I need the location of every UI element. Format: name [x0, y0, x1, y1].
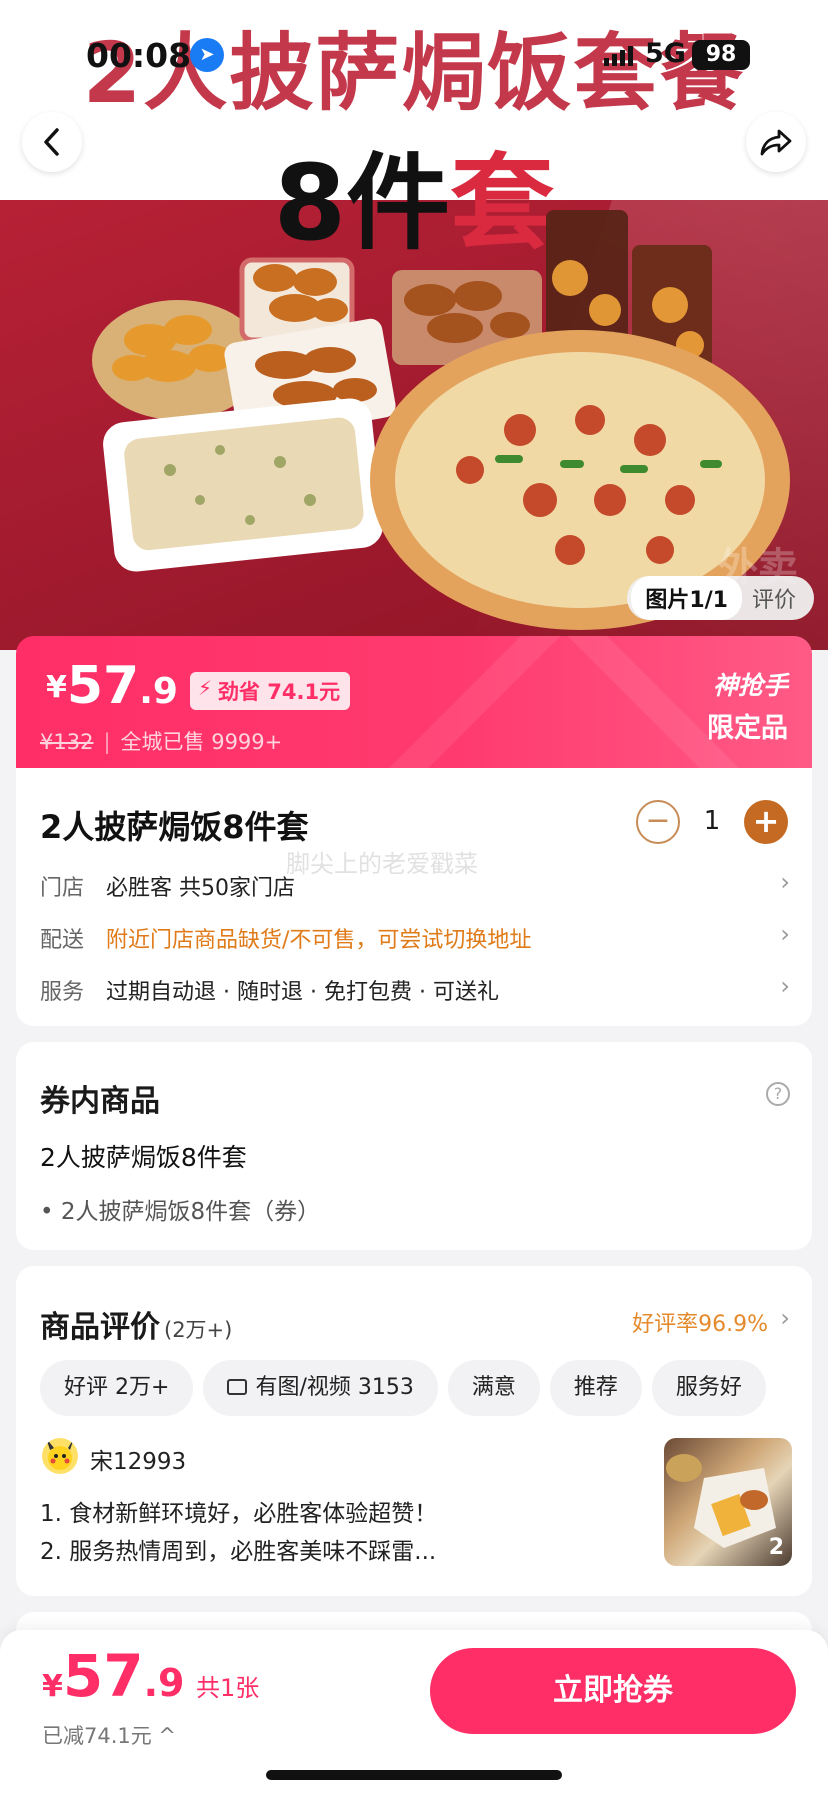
current-price: ¥57.9 [46, 656, 178, 716]
service-value: 过期自动退 · 随时退 · 免打包费 · 可送礼 [106, 980, 499, 1005]
home-indicator [266, 1770, 562, 1780]
review-text-line1: 1. 食材新鲜环境好，必胜客体验超赞！ [40, 1501, 438, 1527]
hot-tag: 神抢手 [712, 671, 788, 700]
service-label: 服务 [40, 980, 85, 1005]
network-type: 5G [645, 38, 686, 69]
chip-with-media-label: 有图/视频 3153 [255, 1375, 414, 1400]
share-button[interactable] [746, 112, 806, 172]
buy-coupon-button[interactable]: 立即抢券 [430, 1648, 796, 1734]
chevron-right-icon: › [780, 920, 790, 948]
coupon-item-name: 2人披萨焗饭8件套 [40, 1143, 247, 1172]
bolt-icon: ⚡ [198, 676, 213, 700]
photo-count-badge: 2 [768, 1535, 784, 1560]
delivery-value: 附近门店商品缺货/不可售，可尝试切换地址 [106, 928, 532, 953]
status-time: 00:08 [86, 36, 192, 75]
bottom-purchase-bar: ¥57.9 共1张 已减74.1元 ^ 立即抢券 [0, 1630, 828, 1795]
image-icon [227, 1379, 248, 1395]
review-photo-thumbnail[interactable]: 2 [664, 1438, 792, 1566]
chip-satisfied[interactable]: 满意 [447, 1360, 540, 1416]
product-info-card: 2人披萨焗饭8件套 − 1 + 脚尖上的老爱戳菜 门店 必胜客 共50家门店 ›… [16, 768, 812, 1026]
lemon-slice [589, 294, 621, 326]
battery-icon: 98 [692, 40, 750, 70]
image-counter[interactable]: 图片1/1 评价 [627, 576, 814, 620]
quantity-increase-button[interactable]: + [744, 800, 788, 844]
reviews-title-text: 商品评价 [40, 1310, 160, 1345]
bottom-price-currency: ¥ [42, 1669, 63, 1704]
product-title: 2人披萨焗饭8件套 [40, 808, 309, 846]
coupon-section-title: 券内商品 [40, 1084, 160, 1119]
coupon-item-detail: • 2人披萨焗饭8件套（券） [40, 1199, 321, 1225]
review-filter-chips: 好评 2万+ 有图/视频 3153 满意 推荐 服务好 [40, 1360, 766, 1416]
coupon-contents-card: 券内商品 ? 2人披萨焗饭8件套 • 2人披萨焗饭8件套（券） [16, 1042, 812, 1250]
signal-icon [604, 46, 636, 66]
chevron-left-icon [44, 128, 59, 156]
quantity-value: 1 [703, 806, 721, 836]
reviewer-name: 宋12993 [90, 1449, 187, 1475]
quantity-decrease-button[interactable]: − [636, 800, 680, 844]
price-meta: ¥132 | 全城已售 9999+ [40, 726, 282, 756]
savings-label: 劲省 74.1元 [218, 680, 341, 704]
positive-rate-link[interactable]: 好评率96.9% [632, 1306, 768, 1338]
coupon-count: 共1张 [196, 1674, 260, 1702]
bottom-price-decimal: .9 [143, 1661, 185, 1705]
chip-positive[interactable]: 好评 2万+ [40, 1360, 194, 1416]
review-text-line2: 2. 服务热情周到，必胜客美味不踩雷... [40, 1539, 437, 1565]
limited-tag: 限定品 [707, 713, 788, 744]
reviews-card: 商品评价 (2万+) 好评率96.9% › 好评 2万+ 有图/视频 3153 满… [16, 1266, 812, 1596]
lemon-slice [652, 287, 688, 323]
bottom-price-integer: 57 [62, 1642, 144, 1710]
reduced-amount-toggle[interactable]: 已减74.1元 ^ [42, 1720, 176, 1750]
delivery-row[interactable]: 配送 附近门店商品缺货/不可售，可尝试切换地址 › [40, 916, 790, 956]
price-decimal: .9 [139, 671, 178, 712]
service-row[interactable]: 服务 过期自动退 · 随时退 · 免打包费 · 可送礼 › [40, 968, 790, 1008]
store-row[interactable]: 门店 必胜客 共50家门店 › [40, 864, 790, 904]
avatar [42, 1438, 78, 1474]
product-image-carousel[interactable]: 2人披萨焗饭套餐 8件套 外卖 图片1/1 评价 [0, 0, 828, 650]
price-currency: ¥ [46, 670, 67, 705]
pikachu-avatar-icon [46, 1438, 74, 1470]
bottom-price: ¥57.9 [42, 1642, 184, 1710]
savings-badge: ⚡ 劲省 74.1元 [190, 672, 351, 710]
image-counter-active[interactable]: 图片1/1 [631, 576, 742, 620]
location-arrow-icon: ➤ [190, 38, 224, 72]
pizza-cheese [395, 352, 765, 608]
chip-recommend[interactable]: 推荐 [549, 1360, 642, 1416]
reviews-count: (2万+) [164, 1318, 233, 1342]
chevron-right-icon[interactable]: › [780, 1304, 790, 1332]
chip-with-media[interactable]: 有图/视频 3153 [203, 1360, 438, 1416]
sold-count: 全城已售 9999+ [120, 730, 283, 754]
share-icon [760, 129, 792, 156]
lemon-slice [552, 260, 588, 296]
delivery-label: 配送 [40, 928, 85, 953]
status-bar: 00:08 ➤ 5G 98 [0, 36, 828, 76]
store-label: 门店 [40, 876, 85, 901]
chevron-right-icon: › [780, 972, 790, 1000]
divider: | [103, 730, 111, 754]
price-banner: ¥57.9 ⚡ 劲省 74.1元 ¥132 | 全城已售 9999+ 神抢手 限定品 [16, 636, 812, 768]
back-button[interactable] [22, 112, 82, 172]
original-price: ¥132 [40, 730, 94, 754]
image-counter-reviews[interactable]: 评价 [742, 582, 810, 614]
store-value: 必胜客 共50家门店 [106, 876, 295, 901]
price-integer: 57 [66, 656, 140, 716]
chip-good-service[interactable]: 服务好 [651, 1360, 766, 1416]
reviews-title: 商品评价 (2万+) [40, 1302, 232, 1346]
help-icon[interactable]: ? [766, 1082, 790, 1106]
chevron-right-icon: › [780, 868, 790, 896]
